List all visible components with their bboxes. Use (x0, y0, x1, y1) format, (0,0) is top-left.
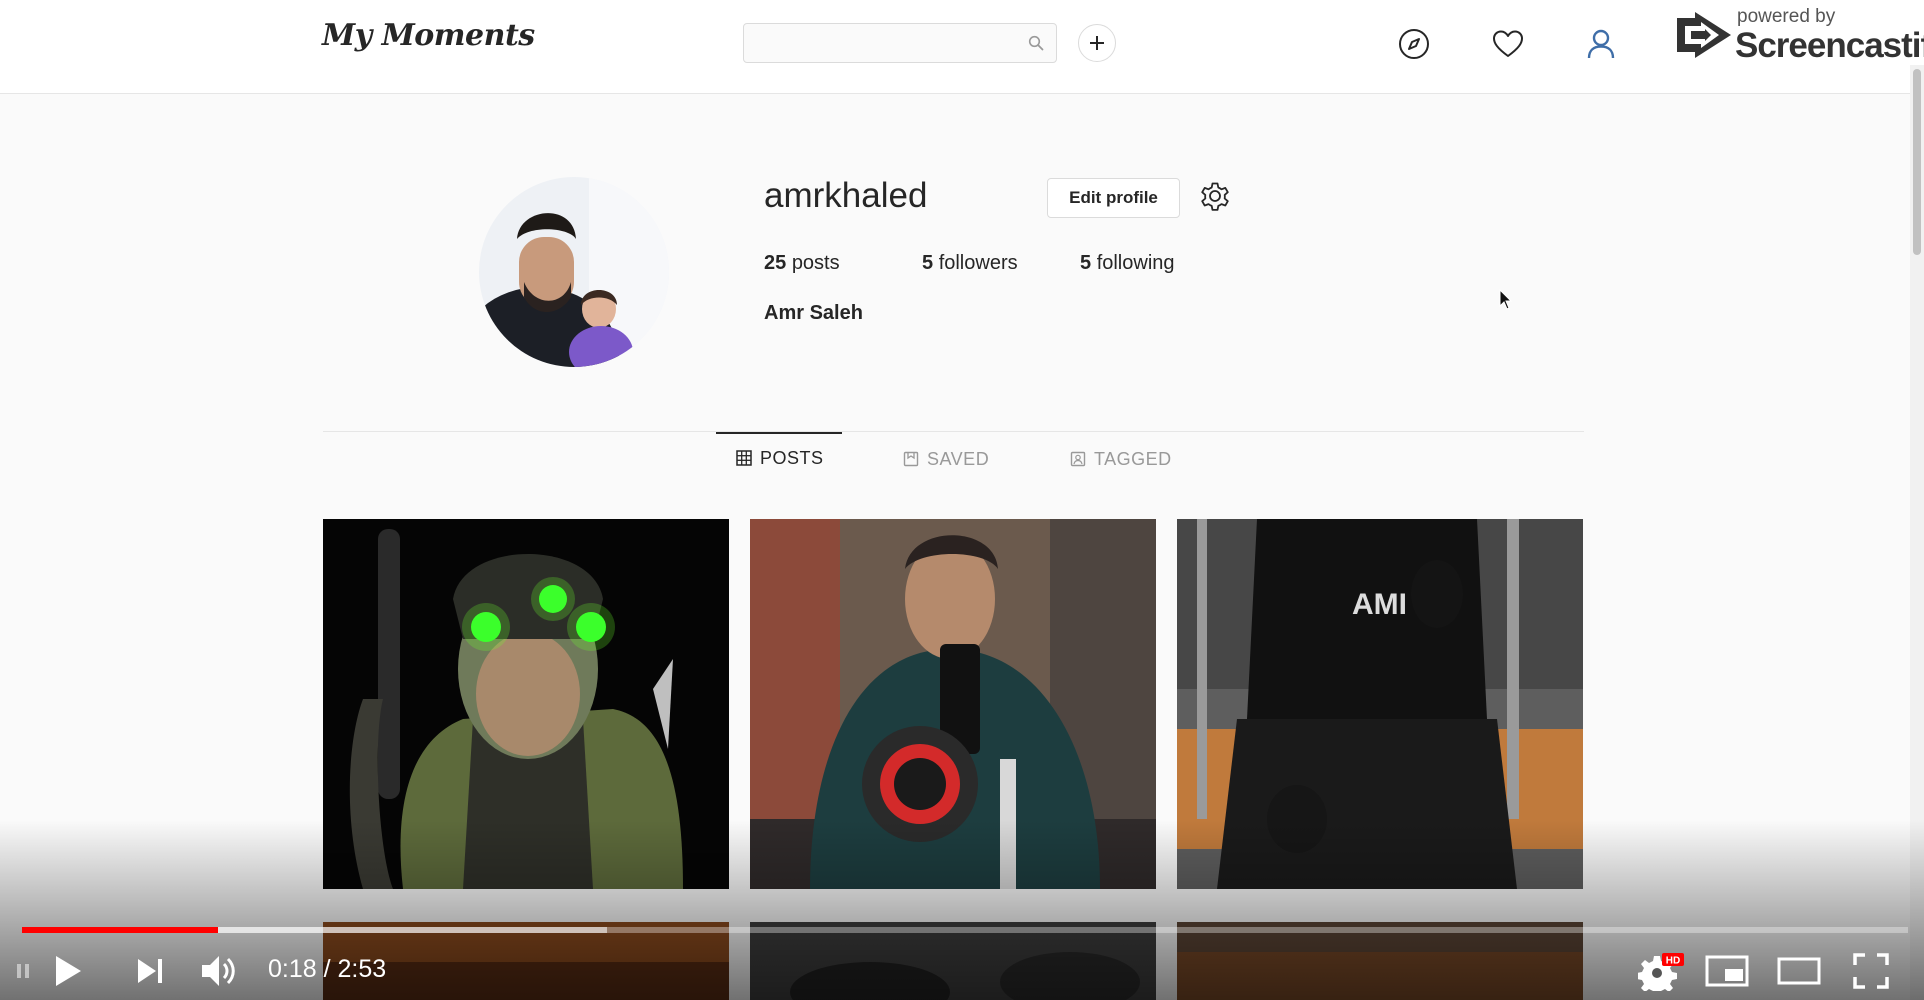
followers-count[interactable]: 5 followers (922, 252, 1018, 275)
fullscreen-button[interactable] (1847, 948, 1895, 994)
next-icon (138, 959, 162, 983)
scrollbar-thumb[interactable] (1913, 69, 1921, 255)
tab-posts-label: POSTS (760, 447, 824, 468)
tab-tagged-label: TAGGED (1094, 448, 1172, 469)
mouse-pointer-icon (1499, 288, 1513, 316)
hd-badge: HD (1666, 956, 1680, 967)
search-input[interactable] (744, 24, 1028, 60)
activity-button[interactable] (1488, 24, 1528, 64)
progress-played (22, 927, 219, 933)
tab-saved-label: SAVED (927, 448, 990, 469)
video-time: 0:18 / 2:53 (268, 955, 387, 983)
volume-icon (202, 956, 235, 986)
theater-mode-button[interactable] (1775, 948, 1823, 994)
post-thumbnail[interactable] (750, 922, 1156, 1000)
miniplayer-icon (1705, 955, 1749, 987)
post-thumbnail[interactable] (323, 519, 729, 889)
powered-by-text: powered by (1737, 6, 1836, 27)
saved-icon (903, 451, 919, 467)
user-icon (1587, 29, 1615, 59)
profile-divider (323, 431, 1584, 432)
following-count[interactable]: 5 following (1080, 252, 1175, 275)
tab-posts[interactable]: POSTS (716, 432, 842, 482)
screencastify-brand: Screencastify (1735, 26, 1924, 65)
settings-button[interactable] (1196, 177, 1234, 215)
app-logo[interactable]: My Moments (322, 18, 535, 53)
settings-quality-button[interactable]: HD (1636, 948, 1686, 994)
tab-saved[interactable]: SAVED (903, 434, 989, 484)
play-icon (56, 956, 81, 986)
gear-icon (1201, 182, 1229, 211)
profile-avatar[interactable] (479, 177, 669, 367)
search-box[interactable] (743, 23, 1057, 63)
tab-tagged[interactable]: TAGGED (1070, 434, 1172, 484)
compass-icon (1399, 29, 1429, 59)
next-button[interactable] (130, 948, 170, 994)
grid-icon (736, 450, 752, 466)
page-scrollbar[interactable] (1910, 65, 1924, 1000)
volume-button[interactable] (198, 948, 242, 994)
profile-full-name: Amr Saleh (764, 302, 863, 324)
video-progress-bar[interactable] (22, 927, 1908, 933)
tagged-icon (1070, 451, 1086, 467)
post-thumbnail[interactable] (750, 519, 1156, 889)
theater-icon (1777, 957, 1821, 985)
screencastify-logo-icon (1677, 12, 1731, 58)
profile-username: amrkhaled (764, 176, 928, 215)
play-button[interactable] (48, 948, 88, 994)
edit-profile-button[interactable]: Edit profile (1047, 178, 1180, 218)
fullscreen-icon (1853, 953, 1889, 989)
plus-icon (1090, 36, 1104, 50)
add-post-button[interactable] (1078, 24, 1116, 62)
miniplayer-button[interactable] (1703, 948, 1751, 994)
profile-button[interactable] (1581, 24, 1621, 64)
posts-count: 25 posts (764, 252, 840, 274)
pause-icon (10, 948, 35, 994)
search-icon (1028, 35, 1044, 56)
post-thumbnail[interactable]: AMI (1177, 519, 1583, 889)
heart-icon (1493, 30, 1523, 57)
screencastify-watermark: powered by Screencastify (1675, 6, 1924, 66)
explore-button[interactable] (1394, 24, 1434, 64)
settings-gear-icon: HD (1638, 953, 1684, 991)
svg-text:AMI: AMI (1352, 588, 1407, 621)
top-navbar: My Moments powered by Screencastify (0, 0, 1924, 94)
post-thumbnail[interactable] (1177, 922, 1583, 1000)
